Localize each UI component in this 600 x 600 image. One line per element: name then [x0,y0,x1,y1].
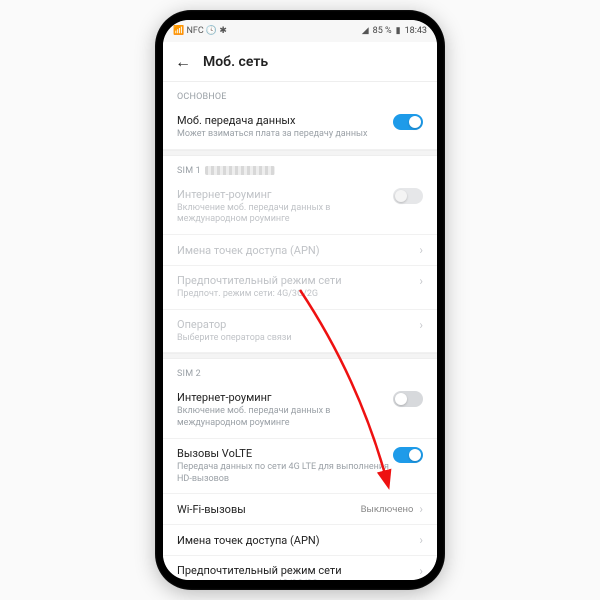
statusbar: 📶 NFC 🕓 ✱ ◢ 85 % ▮ 18:43 [163,20,437,42]
sim2-volte-title: Вызовы VoLTE [177,447,393,460]
page-title: Моб. сеть [203,54,268,70]
back-button[interactable]: ← [175,52,195,72]
sim2-roaming-title: Интернет-роуминг [177,391,393,404]
content[interactable]: ОСНОВНОЕ Моб. передача данных Может взим… [163,82,437,580]
sim1-netmode-sub: Предпочт. режим сети: 4G/3G/2G [177,289,413,301]
header: ← Моб. сеть [163,42,437,82]
sim2-netmode-title: Предпочтительный режим сети [177,564,413,577]
sim2-roaming-toggle[interactable] [393,391,423,407]
sim2-wifi-title: Wi-Fi-вызовы [177,503,355,516]
sim2-volte-sub: Передача данных по сети 4G LTE для выпол… [177,462,393,485]
sim1-netmode-title: Предпочтительный режим сети [177,274,413,287]
sim1-roaming-row[interactable]: Интернет-роуминг Включение моб. передачи… [163,180,437,235]
sim1-name-redacted [205,166,275,175]
chevron-right-icon: › [419,243,423,257]
sim1-roaming-title: Интернет-роуминг [177,188,393,201]
battery-text: 85 % [373,26,392,36]
sim1-apn-row[interactable]: Имена точек доступа (APN) › [163,235,437,266]
battery-icon: ▮ [396,26,401,36]
sim2-volte-toggle[interactable] [393,447,423,463]
signal-icon: ◢ [362,26,369,36]
chevron-right-icon: › [419,318,423,332]
screen: 📶 NFC 🕓 ✱ ◢ 85 % ▮ 18:43 ← Моб. сеть ОСН… [163,20,437,580]
mobile-data-toggle[interactable] [393,114,423,130]
sim1-apn-title: Имена точек доступа (APN) [177,244,413,257]
sim2-netmode-sub: Предпочт. режим сети: 4G/3G/2G [177,579,413,580]
sim2-roaming-sub: Включение моб. передачи данных в междуна… [177,406,393,429]
mobile-data-sub: Может взиматься плата за передачу данных [177,129,393,141]
sim1-roaming-toggle[interactable] [393,188,423,204]
mobile-data-title: Моб. передача данных [177,114,393,127]
sim2-wifi-value: Выключено [361,504,414,515]
clock: 18:43 [405,26,427,36]
sim2-apn-row[interactable]: Имена точек доступа (APN) › [163,525,437,556]
row-mobile-data[interactable]: Моб. передача данных Может взиматься пла… [163,106,437,150]
sim2-wifi-row[interactable]: Wi-Fi-вызовы Выключено › [163,494,437,525]
status-icons-left: 📶 NFC 🕓 ✱ [173,26,227,36]
sim1-roaming-sub: Включение моб. передачи данных в междуна… [177,203,393,226]
sim2-roaming-row[interactable]: Интернет-роуминг Включение моб. передачи… [163,383,437,438]
section-main-label: ОСНОВНОЕ [163,82,437,106]
phone-frame: 📶 NFC 🕓 ✱ ◢ 85 % ▮ 18:43 ← Моб. сеть ОСН… [155,10,445,590]
sim2-netmode-row[interactable]: Предпочтительный режим сети Предпочт. ре… [163,556,437,580]
chevron-right-icon: › [419,533,423,547]
chevron-right-icon: › [419,502,423,516]
sim1-operator-sub: Выберите оператора связи [177,333,413,345]
sim2-apn-title: Имена точек доступа (APN) [177,534,413,547]
sim1-netmode-row[interactable]: Предпочтительный режим сети Предпочт. ре… [163,266,437,310]
sim2-volte-row[interactable]: Вызовы VoLTE Передача данных по сети 4G … [163,439,437,494]
section-sim1-label: SIM 1 [163,156,437,180]
sim1-operator-row[interactable]: Оператор Выберите оператора связи › [163,310,437,354]
chevron-right-icon: › [419,564,423,578]
section-sim2-label: SIM 2 [163,359,437,383]
chevron-right-icon: › [419,274,423,288]
sim1-operator-title: Оператор [177,318,413,331]
